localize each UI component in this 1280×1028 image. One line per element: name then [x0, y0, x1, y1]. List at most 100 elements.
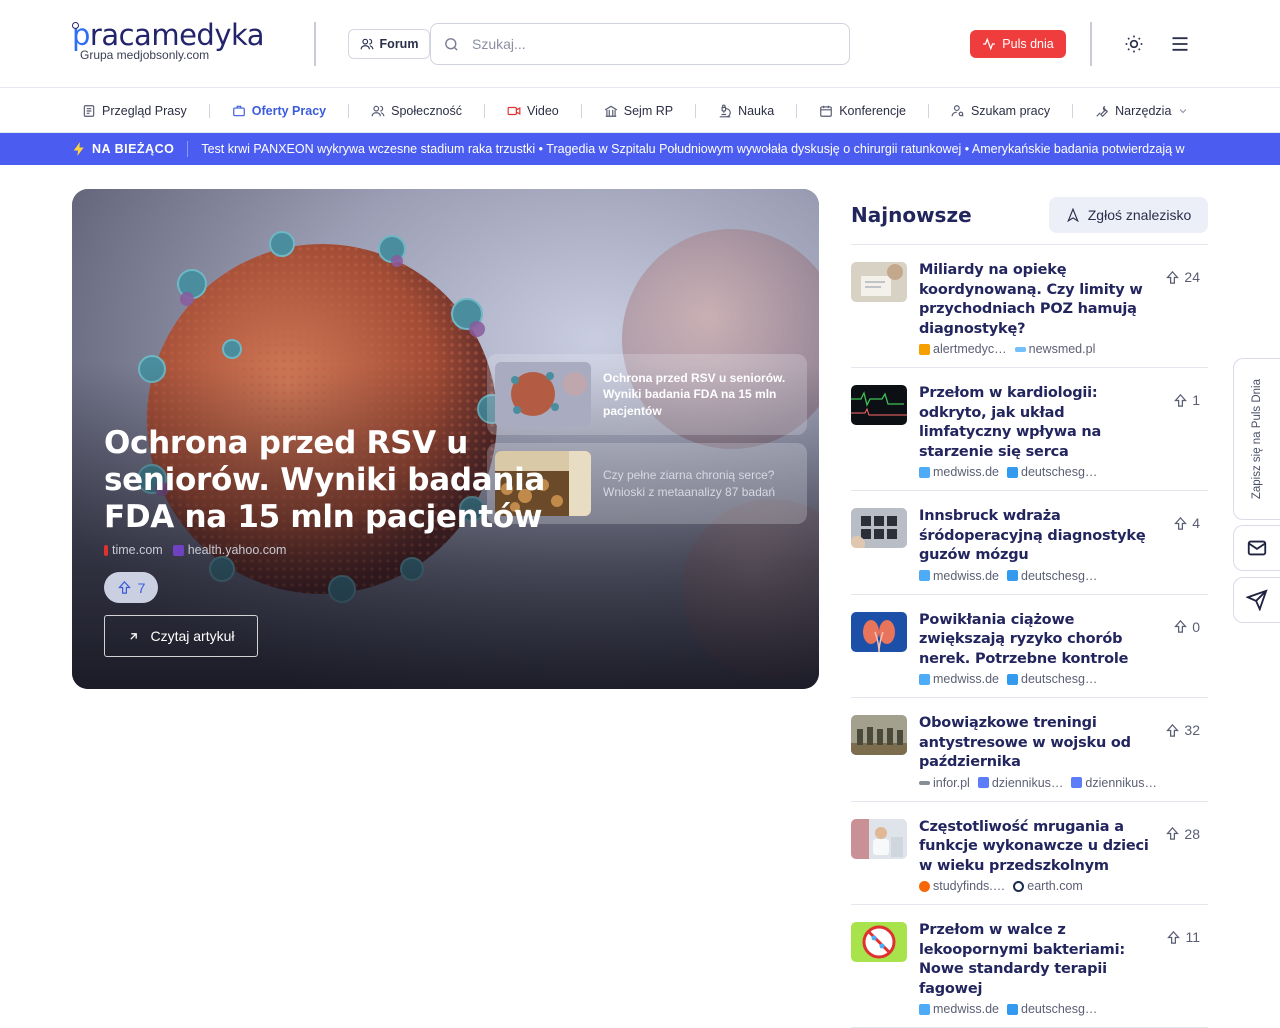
hero-article[interactable]: Ochrona przed RSV u seniorów. Wyniki bad…	[72, 189, 819, 689]
users-icon	[360, 37, 374, 51]
search-input[interactable]	[472, 36, 812, 52]
telegram-send-button[interactable]	[1233, 577, 1280, 623]
source-link[interactable]: studyfinds.…	[919, 878, 1005, 894]
source-favicon-icon	[919, 343, 930, 355]
source-favicon-icon	[1014, 346, 1026, 352]
source-favicon-icon	[919, 466, 930, 478]
hero-sources: time.com health.yahoo.com	[104, 543, 286, 557]
nav-item-szukam-pracy[interactable]: Szukam pracy	[951, 88, 1050, 133]
item-title: Częstotliwość mrugania a funkcje wykonaw…	[919, 818, 1149, 874]
yahoo-favicon-icon	[172, 544, 184, 556]
source-link[interactable]: infor.pl	[919, 775, 970, 791]
source-favicon-icon	[919, 570, 930, 581]
briefcase-icon	[232, 104, 246, 118]
source-favicon-icon	[1071, 777, 1083, 788]
source-link[interactable]: dziennikus…	[977, 775, 1063, 791]
upvote-button[interactable]: 1	[1173, 392, 1200, 408]
list-item[interactable]: Innsbruck wdraża śródoperacyjną diagnost…	[851, 491, 1208, 595]
nav-item-spolecznosc[interactable]: Społeczność	[371, 88, 462, 133]
list-item[interactable]: Przełom w walce z lekoopornymi bakteriam…	[851, 905, 1208, 1028]
item-title: Obowiązkowe treningi antystresowe w wojs…	[919, 715, 1131, 770]
source-link[interactable]: deutschesg…	[1007, 568, 1097, 584]
ticker-text[interactable]: Test krwi PANXEON wykrywa wczesne stadiu…	[201, 142, 1211, 156]
source-favicon-icon	[1007, 673, 1018, 685]
landmark-icon	[604, 104, 618, 118]
hero-title[interactable]: Ochrona przed RSV u seniorów. Wyniki bad…	[104, 425, 574, 536]
item-thumbnail	[851, 508, 907, 548]
upvote-arrow-icon	[1165, 270, 1180, 285]
video-icon	[507, 104, 521, 118]
nav-item-video[interactable]: Video	[507, 88, 559, 133]
source-link[interactable]: dziennikus…	[1071, 775, 1157, 791]
source-favicon-icon	[919, 880, 930, 892]
source-link[interactable]: alertmedyc…	[919, 341, 1007, 357]
subscribe-puls-tab[interactable]: Zapisz się na Puls Dnia	[1233, 358, 1280, 520]
read-article-button[interactable]: Czytaj artykuł	[104, 615, 258, 657]
source-link[interactable]: earth.com	[1013, 878, 1083, 894]
puls-dnia-button[interactable]: Puls dnia	[970, 30, 1066, 58]
upvote-button[interactable]: 24	[1165, 269, 1200, 285]
theme-toggle-sun-icon[interactable]	[1124, 34, 1144, 54]
newspaper-icon	[82, 104, 96, 118]
hero-mini-card[interactable]: Ochrona przed RSV u seniorów. Wyniki bad…	[487, 354, 807, 435]
source-link[interactable]: time.com	[104, 543, 163, 557]
activity-icon	[982, 37, 996, 51]
user-search-icon	[951, 104, 965, 118]
source-favicon-icon	[1013, 880, 1025, 892]
item-thumbnail	[851, 715, 907, 755]
main-nav: Przegląd Prasy Oferty Pracy Społeczność …	[0, 88, 1280, 133]
source-favicon-icon	[1007, 466, 1018, 478]
upvote-button[interactable]: 32	[1165, 722, 1200, 738]
nav-item-nauka[interactable]: Nauka	[718, 88, 774, 133]
source-favicon-icon	[919, 780, 930, 785]
list-item[interactable]: Przełom w kardiologii: odkryto, jak ukła…	[851, 368, 1208, 491]
upvote-button[interactable]: 7	[104, 572, 158, 603]
header-divider	[1090, 22, 1092, 66]
upvote-button[interactable]: 28	[1165, 826, 1200, 842]
nav-item-sejm-rp[interactable]: Sejm RP	[604, 88, 673, 133]
upvote-arrow-icon	[1165, 826, 1180, 841]
nav-item-narzedzia[interactable]: Narzędzia	[1095, 88, 1189, 133]
source-link[interactable]: medwiss.de	[919, 464, 999, 480]
list-item[interactable]: Obowiązkowe treningi antystresowe w wojs…	[851, 698, 1208, 802]
nav-item-konferencje[interactable]: Konferencje	[819, 88, 906, 133]
menu-hamburger-icon[interactable]	[1170, 34, 1190, 54]
report-finding-button[interactable]: Zgłoś znalezisko	[1049, 197, 1208, 233]
upvote-button[interactable]: 11	[1166, 929, 1200, 945]
source-link[interactable]: medwiss.de	[919, 671, 999, 687]
mail-icon	[1246, 537, 1268, 559]
source-favicon-icon	[1007, 1003, 1018, 1015]
source-favicon-icon	[919, 673, 930, 685]
source-link[interactable]: newsmed.pl	[1014, 341, 1095, 357]
item-thumbnail	[851, 611, 907, 652]
ticker-label: NA BIEŻĄCO	[92, 142, 175, 156]
source-link[interactable]: deutschesg…	[1007, 671, 1097, 687]
logo-registered-mark	[72, 22, 79, 29]
nav-item-oferty-pracy[interactable]: Oferty Pracy	[232, 88, 326, 133]
list-item[interactable]: Powikłania ciążowe zwiększają ryzyko cho…	[851, 595, 1208, 698]
send-icon	[1246, 589, 1268, 611]
arrow-up-right-icon	[127, 630, 140, 643]
search-bar[interactable]	[430, 23, 850, 65]
list-item[interactable]: Częstotliwość mrugania a funkcje wykonaw…	[851, 802, 1208, 905]
source-link[interactable]: health.yahoo.com	[172, 543, 286, 557]
item-thumbnail	[851, 922, 907, 962]
source-link[interactable]: medwiss.de	[919, 1001, 999, 1017]
newsletter-mail-button[interactable]	[1233, 525, 1280, 571]
item-title: Przełom w kardiologii: odkryto, jak ukła…	[919, 385, 1102, 460]
source-link[interactable]: deutschesg…	[1007, 1001, 1097, 1017]
upvote-arrow-icon	[1173, 516, 1188, 531]
latest-list: Miliardy na opiekę koordynowaną. Czy lim…	[851, 244, 1208, 1028]
nav-item-przeglad-prasy[interactable]: Przegląd Prasy	[82, 88, 187, 133]
source-favicon-icon	[977, 777, 989, 788]
source-link[interactable]: medwiss.de	[919, 568, 999, 584]
list-item[interactable]: Miliardy na opiekę koordynowaną. Czy lim…	[851, 245, 1208, 368]
navigation-arrow-icon	[1066, 208, 1080, 222]
forum-button[interactable]: Forum	[348, 29, 430, 59]
site-header: pracamedyka Grupa medjobsonly.com Forum …	[0, 0, 1280, 88]
site-logo[interactable]: pracamedyka Grupa medjobsonly.com	[72, 18, 292, 62]
upvote-button[interactable]: 4	[1173, 515, 1200, 531]
item-title: Miliardy na opiekę koordynowaną. Czy lim…	[919, 262, 1143, 337]
source-link[interactable]: deutschesg…	[1007, 464, 1097, 480]
upvote-button[interactable]: 0	[1173, 619, 1200, 635]
